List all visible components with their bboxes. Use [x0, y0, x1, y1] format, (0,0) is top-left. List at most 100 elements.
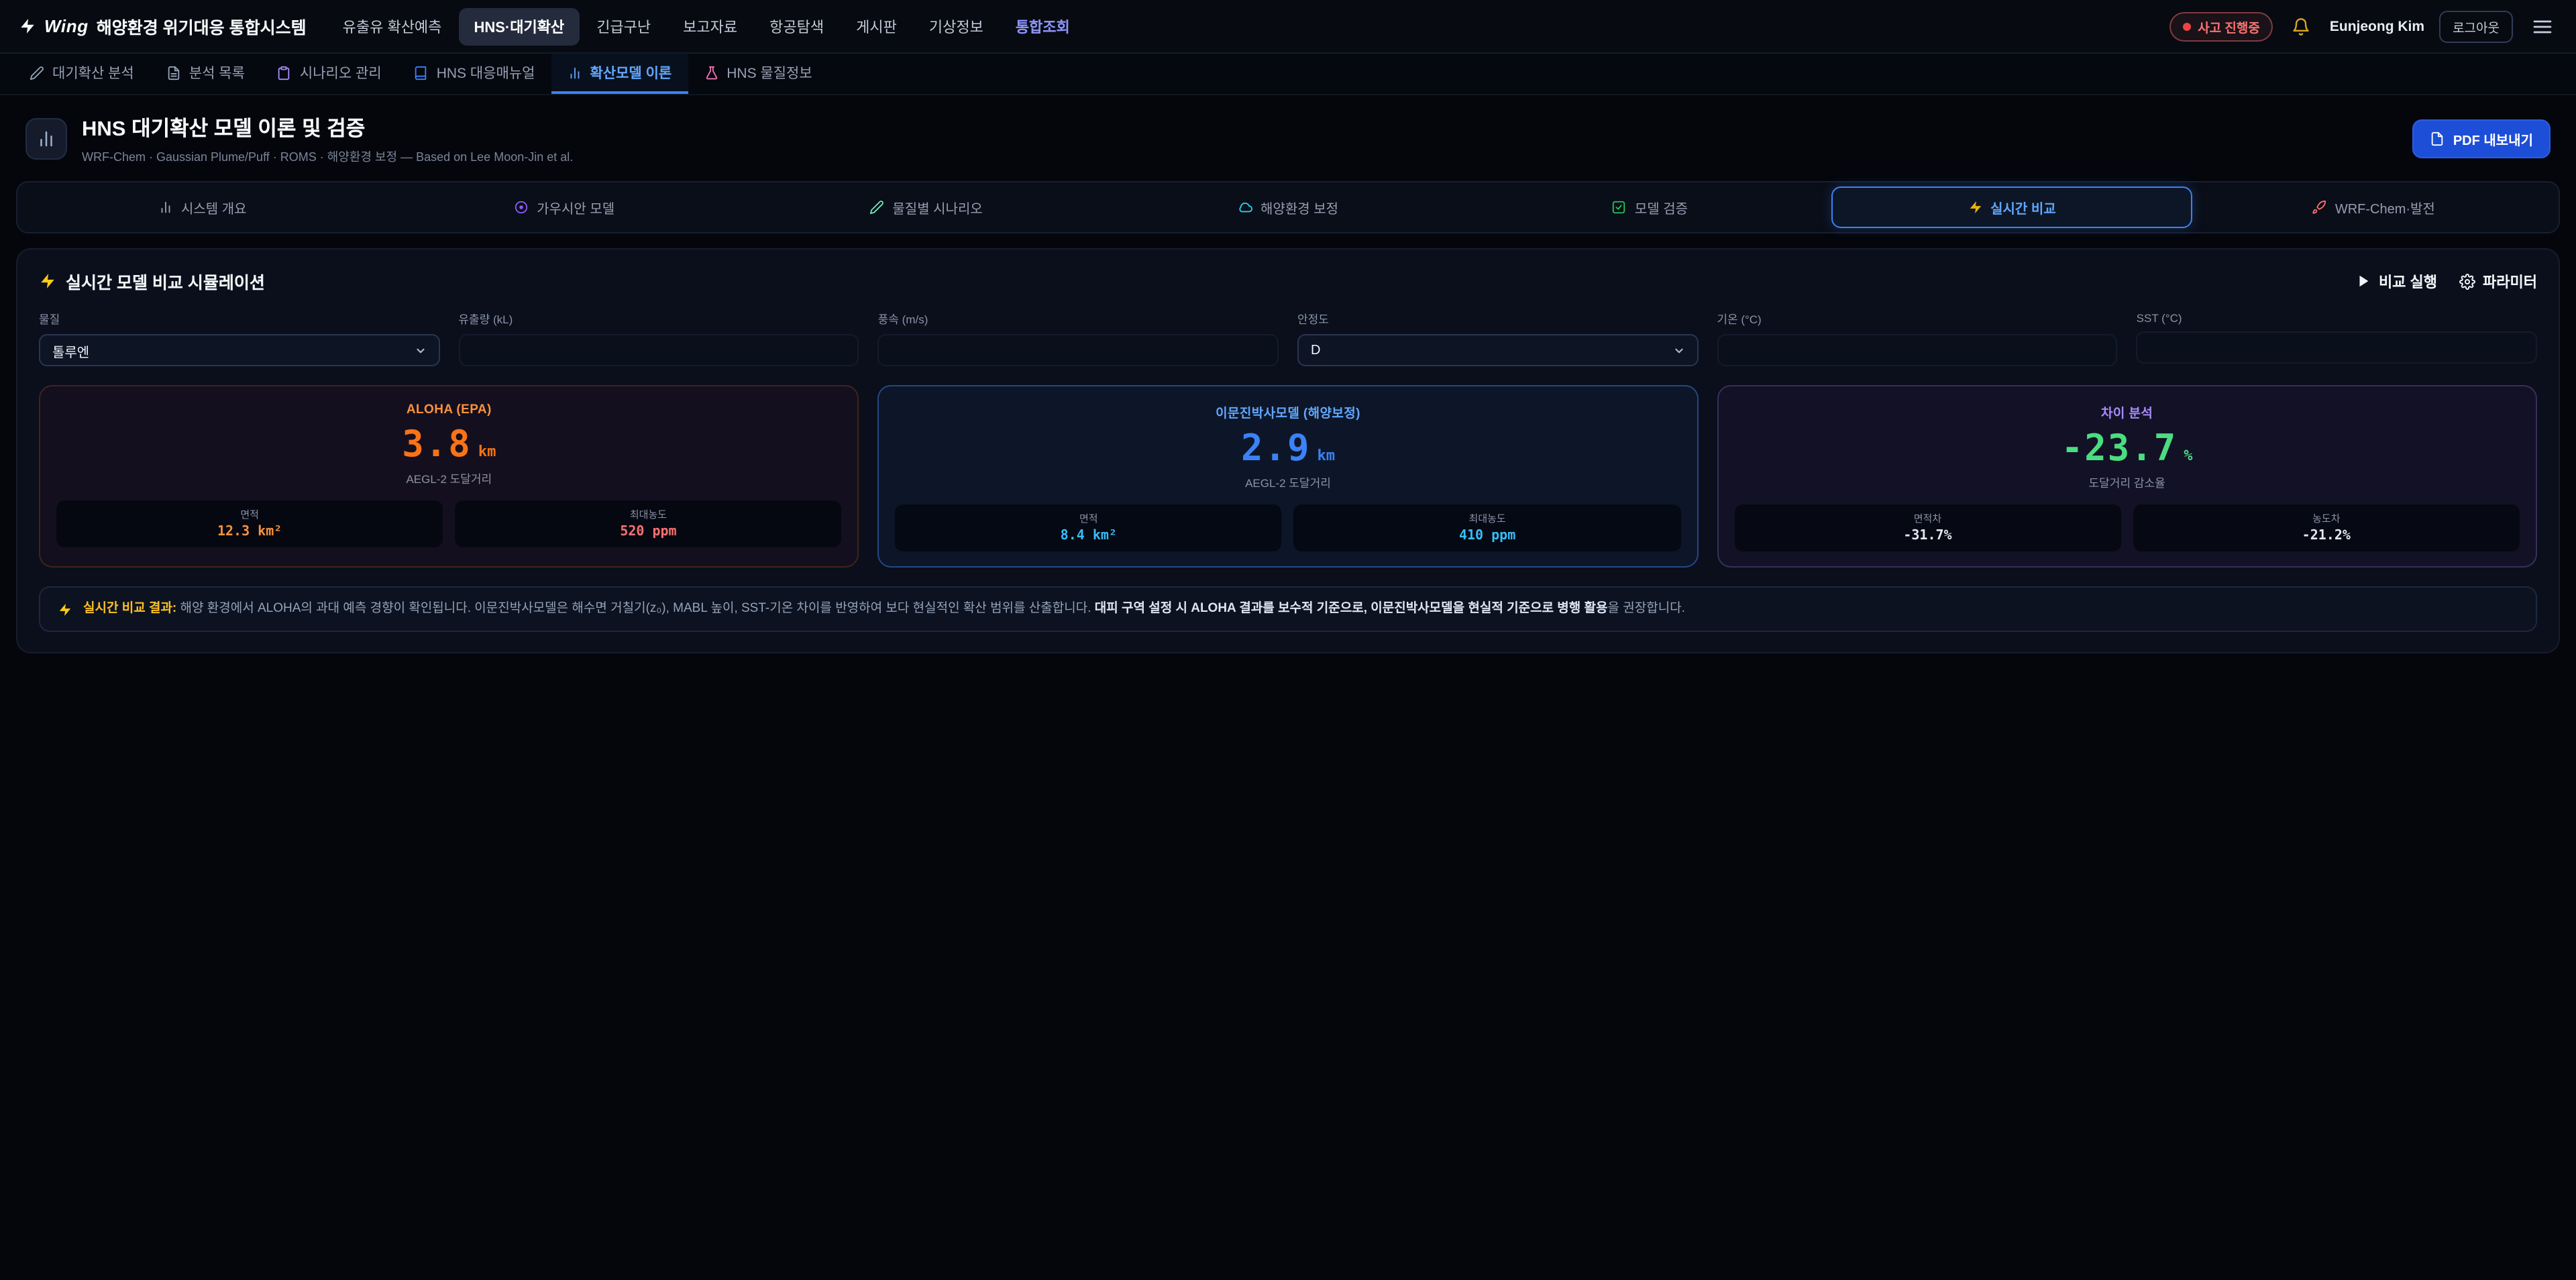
tab-system-overview[interactable]: 시스템 개요	[21, 186, 383, 228]
nav-item-aerial-search[interactable]: 항공탐색	[755, 7, 839, 45]
sst-input[interactable]	[2137, 331, 2537, 364]
tab-label: 실시간 비교	[1990, 197, 2056, 217]
tab-realtime-comparison[interactable]: 실시간 비교	[1831, 186, 2192, 228]
spill-amount-input[interactable]	[458, 334, 859, 366]
incident-badge-label: 사고 진행중	[2198, 17, 2260, 36]
sst-label: SST (°C)	[2137, 311, 2537, 325]
tab-label: 모델 검증	[1635, 197, 1688, 217]
wind-speed-label: 풍속 (m/s)	[878, 311, 1279, 327]
tab-substance-scenarios[interactable]: 물질별 시나리오	[745, 186, 1107, 228]
result-card-difference: 차이 분석 -23.7 % 도달거리 감소율 면적차 -31.7% 농도차 -2…	[1717, 385, 2537, 568]
metric-concentration-diff: 농도차 -21.2%	[2133, 504, 2520, 551]
topnav-right: 사고 진행중 Eunjeong Kim 로그아웃	[2169, 10, 2557, 42]
parameters-button[interactable]: 파라미터	[2459, 270, 2537, 292]
metric-label: 면적	[59, 507, 440, 522]
lightning-icon	[39, 272, 56, 290]
subnav-item-analysis-list[interactable]: 분석 목록	[150, 54, 261, 94]
run-comparison-button[interactable]: 비교 실행	[2356, 270, 2437, 292]
result-title: 이문진박사모델 (해양보정)	[896, 403, 1681, 421]
subnav-item-atmos-analysis[interactable]: 대기확산 분석	[13, 54, 150, 94]
chart-icon	[567, 65, 582, 80]
metric-label: 면적차	[1737, 511, 2118, 526]
result-metrics: 면적 8.4 km² 최대농도 410 ppm	[896, 504, 1681, 551]
nav-item-oil-spill[interactable]: 유출유 확산예측	[328, 7, 457, 45]
panel-title: 실시간 모델 비교 시뮬레이션	[66, 268, 265, 294]
nav-item-rescue[interactable]: 긴급구난	[582, 7, 665, 45]
hamburger-menu-button[interactable]	[2528, 11, 2557, 41]
pdf-export-label: PDF 내보내기	[2453, 129, 2533, 149]
field-substance: 물질 톨루엔	[39, 311, 439, 366]
pulse-dot-icon	[2183, 22, 2191, 30]
field-stability: 안정도 D	[1297, 311, 1698, 366]
document-icon	[166, 65, 181, 80]
spill-amount-label: 유출량 (kL)	[458, 311, 859, 327]
wind-speed-input[interactable]	[878, 334, 1279, 366]
incident-status-badge[interactable]: 사고 진행중	[2169, 11, 2273, 41]
tab-label: 시스템 개요	[181, 197, 247, 217]
result-caption: AEGL-2 도달거리	[56, 471, 842, 487]
parameter-form: 물질 톨루엔 유출량 (kL) 풍속 (m/s) 안정도 D	[39, 311, 2537, 366]
note-text: 실시간 비교 결과: 해양 환경에서 ALOHA의 과대 예측 경향이 확인됩니…	[83, 600, 1685, 619]
substance-select-value: 톨루엔	[52, 340, 89, 360]
note-tail: 을 권장합니다.	[1608, 601, 1685, 616]
substance-select[interactable]: 톨루엔	[39, 334, 439, 366]
tab-model-validation[interactable]: 모델 검증	[1469, 186, 1831, 228]
results-grid: ALOHA (EPA) 3.8 km AEGL-2 도달거리 면적 12.3 k…	[39, 385, 2537, 568]
metric-value: -31.7%	[1737, 529, 2118, 543]
section-tab-bar: 시스템 개요 가우시안 모델 물질별 시나리오 해양환경 보정 모델 검증 실시…	[16, 181, 2560, 233]
stability-select[interactable]: D	[1297, 334, 1698, 366]
page-header-text: HNS 대기확산 모델 이론 및 검증 WRF-Chem · Gaussian …	[82, 113, 573, 165]
user-name: Eunjeong Kim	[2330, 18, 2424, 34]
result-caption: AEGL-2 도달거리	[896, 475, 1681, 491]
logout-button[interactable]: 로그아웃	[2439, 10, 2513, 42]
subnav-item-model-theory[interactable]: 확산모델 이론	[551, 54, 688, 94]
subnav-label: 분석 목록	[189, 62, 245, 83]
nav-item-weather[interactable]: 기상정보	[914, 7, 998, 45]
subnav-item-scenario-management[interactable]: 시나리오 관리	[261, 54, 398, 94]
result-value-row: -23.7 %	[1734, 431, 2520, 467]
result-title: 차이 분석	[1734, 403, 2520, 421]
subnav-item-hns-manual[interactable]: HNS 대응매뉴얼	[398, 54, 551, 94]
chart-line-icon	[36, 129, 56, 149]
air-temp-input[interactable]	[1717, 334, 2117, 366]
substance-label: 물질	[39, 311, 439, 327]
metric-area: 면적 8.4 km²	[896, 504, 1282, 551]
cloud-icon	[1238, 200, 1252, 215]
page-subtitle: WRF-Chem · Gaussian Plume/Puff · ROMS · …	[82, 148, 573, 165]
pdf-export-button[interactable]: PDF 내보내기	[2413, 119, 2551, 158]
tab-wrf-chem[interactable]: WRF-Chem·발전	[2193, 186, 2555, 228]
nav-item-hns-atmos[interactable]: HNS·대기확산	[459, 7, 579, 45]
result-metrics: 면적차 -31.7% 농도차 -21.2%	[1734, 504, 2520, 551]
nav-item-reports[interactable]: 보고자료	[668, 7, 752, 45]
brand[interactable]: Wing 해양환경 위기대응 통합시스템	[19, 13, 307, 39]
metric-value: 8.4 km²	[898, 529, 1279, 543]
field-sst: SST (°C)	[2137, 311, 2537, 366]
metric-value: 520 ppm	[458, 525, 839, 539]
play-icon	[2356, 274, 2371, 288]
brand-name: 해양환경 위기대응 통합시스템	[97, 13, 307, 39]
subnav-label: 확산모델 이론	[590, 62, 672, 83]
bell-icon	[2292, 17, 2311, 36]
stability-label: 안정도	[1297, 311, 1698, 327]
result-unit: km	[478, 443, 496, 460]
panel-title-row: 실시간 모델 비교 시뮬레이션	[39, 268, 265, 294]
result-caption: 도달거리 감소율	[1734, 475, 2520, 491]
metric-max-concentration: 최대농도 520 ppm	[455, 500, 841, 547]
metric-value: -21.2%	[2136, 529, 2517, 543]
field-air-temp: 기온 (°C)	[1717, 311, 2117, 366]
tab-gaussian-model[interactable]: 가우시안 모델	[383, 186, 745, 228]
result-value: 3.8	[402, 427, 472, 463]
nav-item-board[interactable]: 게시판	[841, 7, 912, 45]
metric-label: 농도차	[2136, 511, 2517, 526]
tab-marine-correction[interactable]: 해양환경 보정	[1107, 186, 1468, 228]
page-title: HNS 대기확산 모델 이론 및 검증	[82, 113, 573, 142]
subnav-label: 시나리오 관리	[300, 62, 382, 83]
nav-item-integrated-search[interactable]: 통합조회	[1001, 7, 1085, 45]
notifications-button[interactable]	[2288, 13, 2315, 40]
metric-max-concentration: 최대농도 410 ppm	[1294, 504, 1680, 551]
hamburger-icon	[2532, 15, 2553, 37]
pdf-document-icon	[2430, 131, 2445, 146]
result-card-lee-model: 이문진박사모델 (해양보정) 2.9 km AEGL-2 도달거리 면적 8.4…	[878, 385, 1699, 568]
tab-label: 해양환경 보정	[1260, 197, 1338, 217]
subnav-item-hns-substance-info[interactable]: HNS 물질정보	[688, 54, 828, 94]
